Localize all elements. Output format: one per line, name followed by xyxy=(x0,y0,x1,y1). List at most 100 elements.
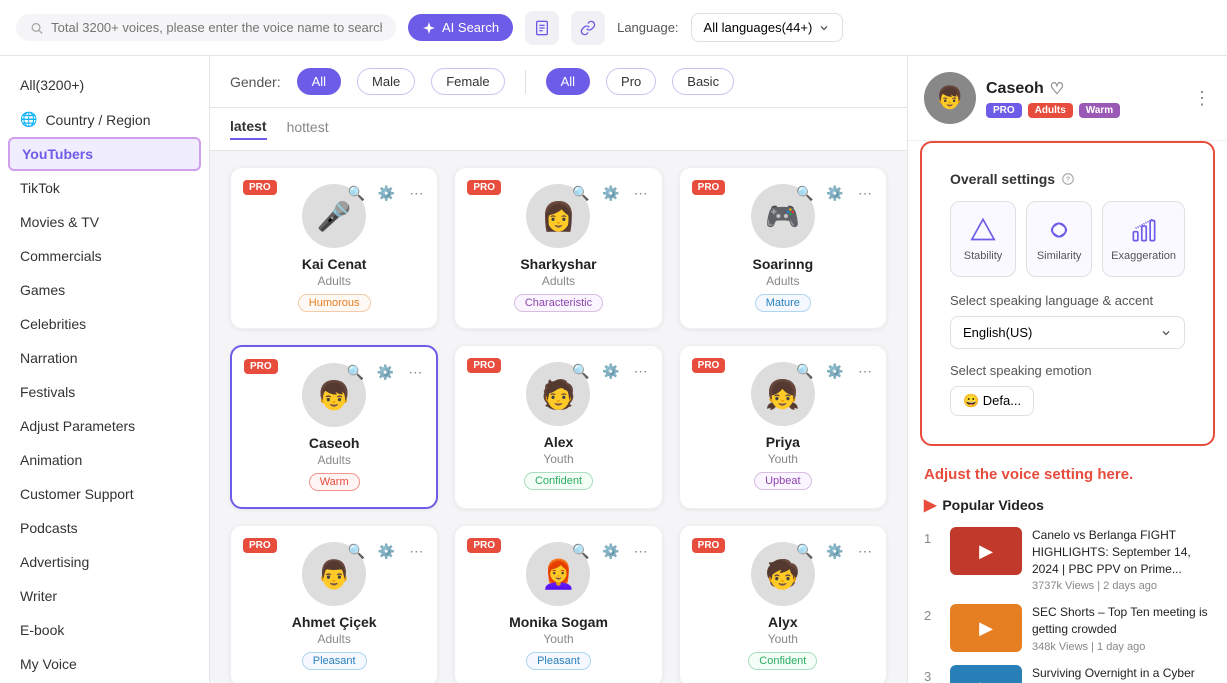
card-actions: 🔍 ⚙️ ⋯ xyxy=(792,538,878,564)
voice-name: Alex xyxy=(544,434,574,450)
document-icon-btn[interactable] xyxy=(525,11,559,45)
filter-tier-all[interactable]: All xyxy=(546,68,590,95)
setting-stability[interactable]: Stability xyxy=(950,201,1016,277)
filter-tier-pro[interactable]: Pro xyxy=(606,68,656,95)
setting-exaggeration[interactable]: Exaggeration xyxy=(1102,201,1185,277)
filter-gender-male[interactable]: Male xyxy=(357,68,415,95)
filter-gender-all[interactable]: All xyxy=(297,68,341,95)
card-actions: 🔍 ⚙️ ⋯ xyxy=(343,180,429,206)
voice-tag: Warm xyxy=(309,473,360,491)
tab-hottest[interactable]: hottest xyxy=(287,119,329,139)
emotion-button[interactable]: 😀 Defa... xyxy=(950,386,1034,416)
more-voice-btn[interactable]: ⋯ xyxy=(852,358,878,384)
sidebar-item-podcasts[interactable]: Podcasts xyxy=(0,511,209,545)
search-voice-btn[interactable]: 🔍 xyxy=(792,358,818,384)
search-voice-btn[interactable]: 🔍 xyxy=(342,359,368,385)
search-voice-btn[interactable]: 🔍 xyxy=(568,358,594,384)
sidebar-item-tiktok[interactable]: TikTok xyxy=(0,171,209,205)
search-voice-btn[interactable]: 🔍 xyxy=(792,538,818,564)
more-voice-btn[interactable]: ⋯ xyxy=(402,359,428,385)
more-voice-btn[interactable]: ⋯ xyxy=(403,538,429,564)
language-selector[interactable]: All languages(44+) xyxy=(691,13,844,42)
settings-voice-btn[interactable]: ⚙️ xyxy=(822,358,848,384)
sidebar-item-youtubers[interactable]: YouTubers xyxy=(8,137,201,171)
sidebar-item-festivals[interactable]: Festivals xyxy=(0,375,209,409)
settings-voice-btn[interactable]: ⚙️ xyxy=(822,538,848,564)
voice-age: Adults xyxy=(317,274,350,288)
more-voice-btn[interactable]: ⋯ xyxy=(628,538,654,564)
sidebar-item-ebook[interactable]: E-book xyxy=(0,613,209,647)
voice-card-priya[interactable]: PRO 🔍 ⚙️ ⋯ 👧 Priya Youth Upbeat xyxy=(679,345,887,509)
sidebar-item-games[interactable]: Games xyxy=(0,273,209,307)
chevron-down-icon xyxy=(818,22,830,34)
avatar: 👦 xyxy=(924,72,976,124)
profile-menu-button[interactable]: ⋮ xyxy=(1193,88,1211,109)
ai-search-button[interactable]: AI Search xyxy=(408,14,513,41)
more-voice-btn[interactable]: ⋯ xyxy=(628,358,654,384)
search-voice-btn[interactable]: 🔍 xyxy=(343,180,369,206)
link-icon xyxy=(580,20,596,36)
more-voice-btn[interactable]: ⋯ xyxy=(403,180,429,206)
settings-voice-btn[interactable]: ⚙️ xyxy=(373,180,399,206)
video-item-1[interactable]: 1 ▶ Canelo vs Berlanga FIGHT HIGHLIGHTS:… xyxy=(924,527,1211,592)
adjust-voice-text: Adjust the voice setting here. xyxy=(908,458,1227,495)
sidebar-item-celebrities[interactable]: Celebrities xyxy=(0,307,209,341)
voice-card-alex[interactable]: PRO 🔍 ⚙️ ⋯ 🧑 Alex Youth Confident xyxy=(454,345,662,509)
filter-tier-basic[interactable]: Basic xyxy=(672,68,734,95)
sidebar-item-movies-tv[interactable]: Movies & TV xyxy=(0,205,209,239)
voice-card-caseoh[interactable]: PRO 🔍 ⚙️ ⋯ 👦 Caseoh Adults Warm xyxy=(230,345,438,509)
video-item-2[interactable]: 2 ▶ SEC Shorts – Top Ten meeting is gett… xyxy=(924,604,1211,653)
sidebar-country-label: Country / Region xyxy=(45,112,150,128)
sidebar-adjust-label: Adjust Parameters xyxy=(20,418,135,434)
tab-latest[interactable]: latest xyxy=(230,118,267,140)
video-item-3[interactable]: 3 ▶ Surviving Overnight in a Cyber Truck… xyxy=(924,665,1211,683)
youtube-icon: ▶ xyxy=(924,495,936,515)
pro-badge: PRO xyxy=(244,359,278,374)
more-voice-btn[interactable]: ⋯ xyxy=(628,180,654,206)
heart-icon[interactable]: ♡ xyxy=(1050,79,1064,99)
sidebar-item-advertising[interactable]: Advertising xyxy=(0,545,209,579)
sidebar-commercials-label: Commercials xyxy=(20,248,102,264)
sidebar-item-narration[interactable]: Narration xyxy=(0,341,209,375)
card-actions: 🔍 ⚙️ ⋯ xyxy=(792,358,878,384)
badge-adults: Adults xyxy=(1028,103,1073,118)
sidebar-item-country[interactable]: 🌐 Country / Region xyxy=(0,102,209,137)
right-panel: 👦 Caseoh ♡ PRO Adults Warm ⋮ Overall set… xyxy=(907,56,1227,683)
more-voice-btn[interactable]: ⋯ xyxy=(852,538,878,564)
language-dropdown[interactable]: English(US) xyxy=(950,316,1185,349)
sidebar-item-all[interactable]: All(3200+) xyxy=(0,68,209,102)
search-voice-btn[interactable]: 🔍 xyxy=(568,180,594,206)
search-voice-btn[interactable]: 🔍 xyxy=(343,538,369,564)
sidebar-item-writer[interactable]: Writer xyxy=(0,579,209,613)
settings-voice-btn[interactable]: ⚙️ xyxy=(822,180,848,206)
search-voice-btn[interactable]: 🔍 xyxy=(792,180,818,206)
sidebar-item-adjust-params[interactable]: Adjust Parameters xyxy=(0,409,209,443)
sidebar-item-my-voice[interactable]: My Voice xyxy=(0,647,209,681)
settings-voice-btn[interactable]: ⚙️ xyxy=(598,180,624,206)
voice-card-ahmet-cicek[interactable]: PRO 🔍 ⚙️ ⋯ 👨 Ahmet Çiçek Adults Pleasant xyxy=(230,525,438,683)
voice-card-monika-sogam[interactable]: PRO 🔍 ⚙️ ⋯ 👩‍🦰 Monika Sogam Youth Pleasa… xyxy=(454,525,662,683)
setting-similarity[interactable]: Similarity xyxy=(1026,201,1092,277)
search-box[interactable] xyxy=(16,14,396,41)
sidebar-item-animation[interactable]: Animation xyxy=(0,443,209,477)
filter-gender-female[interactable]: Female xyxy=(431,68,504,95)
voice-card-alyx[interactable]: PRO 🔍 ⚙️ ⋯ 🧒 Alyx Youth Confident xyxy=(679,525,887,683)
link-icon-btn[interactable] xyxy=(571,11,605,45)
settings-voice-btn[interactable]: ⚙️ xyxy=(598,538,624,564)
sidebar-item-customer-support[interactable]: Customer Support xyxy=(0,477,209,511)
voice-card-sharkyshar[interactable]: PRO 🔍 ⚙️ ⋯ 👩 Sharkyshar Adults Character… xyxy=(454,167,662,329)
voice-card-soarinng[interactable]: PRO 🔍 ⚙️ ⋯ 🎮 Soarinng Adults Mature xyxy=(679,167,887,329)
topbar: AI Search Language: All languages(44+) xyxy=(0,0,1227,56)
voice-card-kai-cenat[interactable]: PRO 🔍 ⚙️ ⋯ 🎤 Kai Cenat Adults Humorous xyxy=(230,167,438,329)
similarity-icon xyxy=(1045,216,1073,244)
sidebar: All(3200+) 🌐 Country / Region YouTubers … xyxy=(0,56,210,683)
emotion-value: 😀 Defa... xyxy=(963,393,1021,409)
settings-voice-btn[interactable]: ⚙️ xyxy=(598,358,624,384)
search-input[interactable] xyxy=(51,20,382,35)
sidebar-item-commercials[interactable]: Commercials xyxy=(0,239,209,273)
search-voice-btn[interactable]: 🔍 xyxy=(568,538,594,564)
settings-voice-btn[interactable]: ⚙️ xyxy=(372,359,398,385)
video-list: 1 ▶ Canelo vs Berlanga FIGHT HIGHLIGHTS:… xyxy=(924,527,1211,683)
more-voice-btn[interactable]: ⋯ xyxy=(852,180,878,206)
settings-voice-btn[interactable]: ⚙️ xyxy=(373,538,399,564)
